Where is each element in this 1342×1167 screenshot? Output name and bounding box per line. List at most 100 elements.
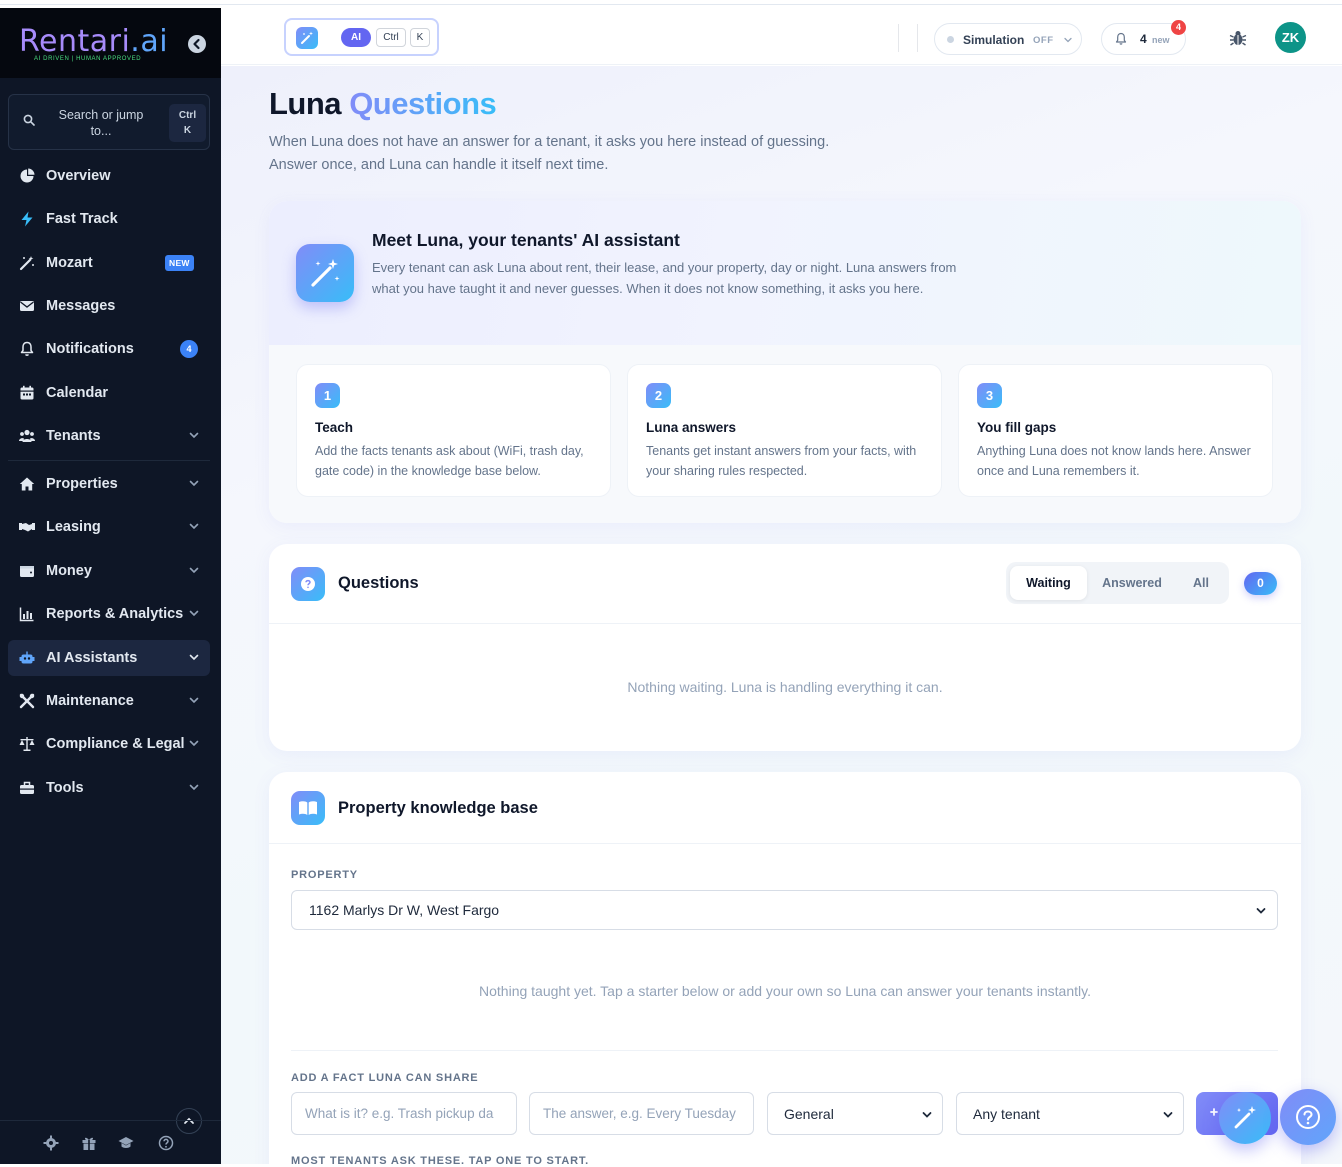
chevron-down-icon [922, 1112, 932, 1118]
envelope-icon [20, 301, 34, 311]
gift-icon[interactable] [81, 1135, 97, 1151]
page-title-plain: Luna [269, 86, 342, 121]
fact-answer-placeholder: The answer, e.g. Every Tuesday [543, 1106, 736, 1121]
toolbox-icon [20, 781, 34, 794]
sidebar-divider [8, 460, 210, 461]
sidebar-item-compliance[interactable]: Compliance & Legal [8, 726, 210, 762]
sidebar-item-notifications[interactable]: Notifications 4 [8, 331, 210, 367]
intro-card: Meet Luna, your tenants' AI assistant Ev… [269, 201, 1301, 523]
sidebar-item-messages[interactable]: Messages [8, 288, 210, 324]
sidebar-item-tools[interactable]: Tools [8, 770, 210, 806]
bar-chart-icon [19, 607, 34, 622]
topbar-separator [898, 24, 899, 52]
sidebar-item-properties[interactable]: Properties [8, 466, 210, 502]
step-card: 3 You fill gaps Anything Luna does not k… [958, 364, 1273, 497]
sidebar-item-calendar[interactable]: Calendar [8, 375, 210, 411]
step-card: 1 Teach Add the facts tenants ask about … [296, 364, 611, 497]
chevron-down-icon [189, 784, 199, 791]
page-title: Luna Questions [269, 86, 497, 122]
questions-icon-tile [291, 567, 325, 601]
sidebar-item-label: Notifications [46, 341, 134, 357]
kbd-ctrl: Ctrl [178, 110, 197, 121]
page-title-accent: Questions [349, 86, 497, 121]
topbar: AI Ctrl K Simulation OFF 4 new 4 ZK [221, 8, 1342, 65]
simulation-value: OFF [1033, 35, 1054, 46]
collapse-sidebar-button[interactable] [188, 35, 206, 53]
book-icon [299, 801, 317, 815]
sidebar-item-label: Fast Track [46, 211, 118, 227]
step-description: Tenants get instant answers from your fa… [646, 444, 917, 478]
graduation-cap-icon[interactable] [118, 1135, 134, 1151]
ai-tag: AI [341, 28, 371, 47]
logo-tagline: AI DRIVEN | HUMAN APPROVED [34, 56, 142, 62]
bell-icon [20, 341, 34, 356]
bug-icon[interactable] [1229, 29, 1247, 47]
fact-audience-value: Any tenant [973, 1106, 1040, 1122]
knowledge-base-header: Property knowledge base [269, 772, 1301, 844]
step-title: Luna answers [646, 420, 737, 435]
chevron-down-icon [189, 654, 199, 661]
help-button[interactable] [1280, 1089, 1336, 1145]
knowledge-base-icon-tile [291, 791, 325, 825]
knowledge-base-empty-state: Nothing taught yet. Tap a starter below … [479, 983, 1091, 999]
logo[interactable]: Rentari.ai [19, 24, 168, 59]
search-icon [23, 114, 35, 126]
steps-row: 1 Teach Add the facts tenants ask about … [269, 345, 1301, 523]
knowledge-base-title: Property knowledge base [338, 799, 538, 817]
notification-new-label: new [1152, 35, 1170, 45]
ai-wand-tile [296, 27, 318, 49]
sidebar-item-label: Calendar [46, 385, 109, 401]
ai-command-button[interactable]: AI Ctrl K [284, 18, 439, 56]
help-circle-icon[interactable] [158, 1135, 174, 1151]
tab-answered[interactable]: Answered [1091, 566, 1173, 600]
gear-icon[interactable] [43, 1135, 59, 1151]
sidebar-item-overview[interactable]: Overview [8, 158, 210, 194]
knowledge-base-card: Property knowledge base PROPERTY 1162 Ma… [269, 772, 1301, 1164]
sidebar-item-leasing[interactable]: Leasing [8, 509, 210, 545]
property-select-value: 1162 Marlys Dr W, West Fargo [309, 902, 500, 918]
sidebar-search[interactable]: Search or jump to... Ctrl K [8, 94, 210, 150]
robot-icon [19, 651, 35, 664]
tab-all[interactable]: All [1177, 566, 1225, 600]
tab-waiting[interactable]: Waiting [1010, 566, 1087, 600]
simulation-toggle[interactable]: Simulation OFF [934, 23, 1082, 55]
sidebar-footer [0, 1120, 221, 1164]
sidebar: Rentari.ai AI DRIVEN | HUMAN APPROVED Se… [0, 8, 221, 1164]
intro-text: Every tenant can ask Luna about rent, th… [372, 260, 957, 296]
tools-icon [19, 693, 35, 709]
luna-wand-tile [296, 244, 354, 302]
avatar[interactable]: ZK [1275, 22, 1306, 53]
chevron-down-icon [189, 567, 199, 574]
fact-question-input[interactable]: What is it? e.g. Trash pickup da [291, 1092, 517, 1135]
fact-category-value: General [784, 1106, 834, 1122]
sidebar-item-label: Overview [46, 168, 111, 184]
property-label: PROPERTY [291, 869, 358, 881]
sidebar-item-reports[interactable]: Reports & Analytics [8, 596, 210, 632]
sidebar-item-mozart[interactable]: Mozart NEW [8, 245, 210, 281]
fact-audience-select[interactable]: Any tenant [956, 1092, 1184, 1135]
chevron-down-icon [189, 432, 199, 439]
step-description: Anything Luna does not know lands here. … [977, 444, 1251, 478]
fact-category-select[interactable]: General [767, 1092, 943, 1135]
sidebar-item-tenants[interactable]: Tenants [8, 418, 210, 454]
intro-title: Meet Luna, your tenants' AI assistant [372, 230, 680, 250]
intro-header: Meet Luna, your tenants' AI assistant Ev… [269, 201, 1301, 345]
step-title: Teach [315, 420, 354, 435]
fact-answer-input[interactable]: The answer, e.g. Every Tuesday [529, 1092, 754, 1135]
property-select[interactable]: 1162 Marlys Dr W, West Fargo [291, 890, 1278, 930]
users-icon [19, 429, 35, 442]
main-content: Luna Questions When Luna does not have a… [221, 66, 1342, 1164]
starters-label: MOST TENANTS ASK THESE. TAP ONE TO START… [291, 1155, 590, 1164]
sidebar-item-label: Compliance & Legal [46, 736, 185, 752]
search-text: Search or jump to... [58, 108, 144, 138]
sidebar-item-maintenance[interactable]: Maintenance [8, 683, 210, 719]
sidebar-item-money[interactable]: Money [8, 553, 210, 589]
sidebar-item-label: AI Assistants [46, 650, 138, 666]
sidebar-item-ai-assistants[interactable]: AI Assistants [8, 640, 210, 676]
notification-count-badge: 4 [180, 340, 198, 358]
luna-assistant-button[interactable] [1219, 1092, 1271, 1144]
sidebar-item-fast-track[interactable]: Fast Track [8, 201, 210, 237]
sidebar-item-label: Mozart [46, 255, 93, 271]
chart-pie-icon [20, 168, 35, 183]
notifications-button[interactable]: 4 new 4 [1101, 20, 1186, 55]
